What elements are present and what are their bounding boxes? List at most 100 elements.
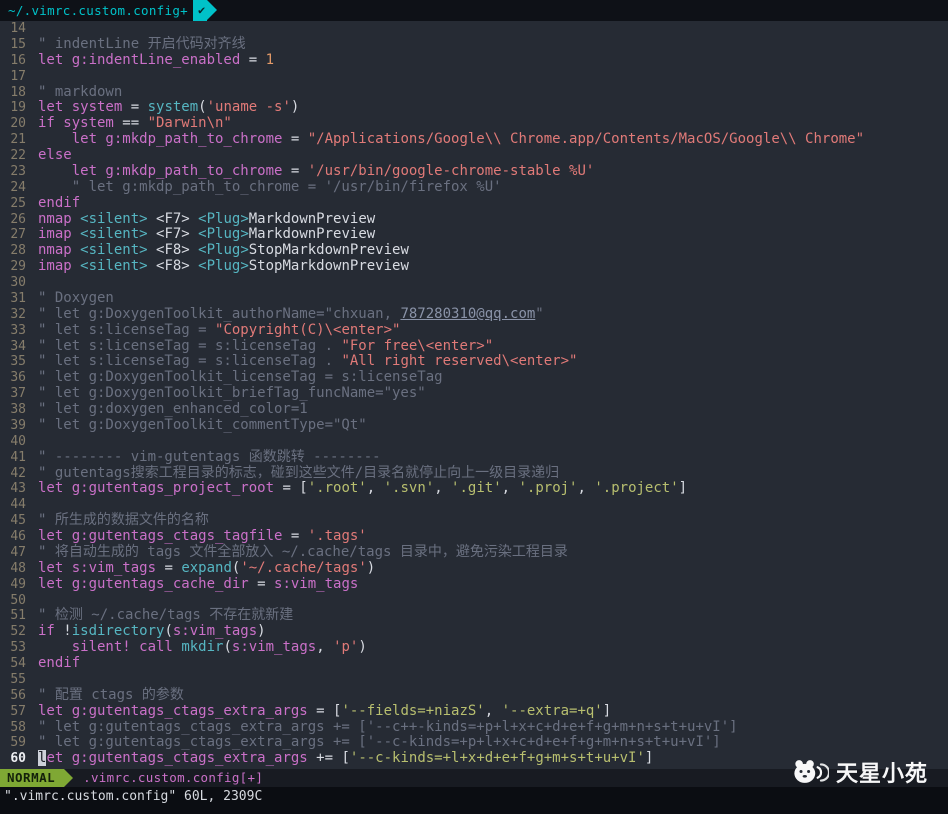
token-k: let system [38,99,123,116]
line-number: 40 [10,433,26,449]
code-line[interactable]: 43 let g:gutentags_project_root = ['.root… [0,480,948,497]
token-k: let g:gutentags_ctags_tagfile [38,528,283,544]
code-line[interactable]: 21 let g:mkdp_path_to_chrome = "/Applica… [0,131,948,148]
line-number: 42 [10,465,26,481]
code-line[interactable]: 20 if system == "Darwin\n" [0,115,948,132]
code-line[interactable]: 46 let g:gutentags_ctags_tagfile = '.tags… [0,528,948,545]
code-line[interactable]: 36 " let g:DoxygenToolkit_licenseTag = s:… [0,369,948,386]
code-line[interactable]: 33 " let s:licenseTag = "Copyright(C)\<en… [0,321,948,339]
line-number: 14 [10,21,26,36]
code-line[interactable]: 37 " let g:DoxygenToolkit_briefTag_funcNa… [0,385,948,402]
token-k: let s:vim_tags [38,559,157,576]
code-line[interactable]: 51 " 检测 ~/.cache/tags 不存在就新建 [0,607,948,624]
code-line[interactable]: 39 " let g:DoxygenToolkit_commentType="Qt… [0,416,948,434]
code-line[interactable]: 15 " indentLine 开启代码对齐线 [0,35,948,53]
code-line[interactable]: 19 let system = system('uname -s') [0,99,948,116]
panda-logo-icon [794,760,829,783]
code-line[interactable]: 45 " 所生成的数据文件的名称 [0,512,948,529]
token-w: ! [54,623,72,640]
line-number: 21 [10,132,26,148]
token-w [72,242,80,258]
token-f: mkdir [181,639,224,656]
token-k: let g:gutentags_ctags_extra_args [38,702,308,719]
code-line[interactable]: 52 if !isdirectory(s:vim_tags) [0,623,948,640]
vim-window: ~/.vimrc.custom.config+ ✔ 14 15 " indentLi… [0,0,948,814]
code-line[interactable]: 17 [0,69,948,85]
code-line[interactable]: 57 let g:gutentags_ctags_extra_args = ['-… [0,702,948,720]
code-line[interactable]: 58 " let g:gutentags_ctags_extra_args += … [0,719,948,736]
code-line[interactable]: 14 [0,21,948,37]
code-line[interactable]: 24 " let g:mkdp_path_to_chrome = '/usr/b… [0,178,948,196]
code-line[interactable]: 41 " -------- vim-gutentags 函数跳转 -------- [0,449,948,466]
code-line[interactable]: 59 " let g:gutentags_ctags_extra_args += … [0,734,948,751]
token-f: expand [181,559,232,576]
token-k: et g:gutentags_ctags_extra_args [46,750,308,767]
token-u: 787280310@qq.com [400,305,536,322]
line-content: let g:gutentags_cache_dir = s:vim_tags [38,576,358,593]
code-line[interactable]: 22 else [0,147,948,164]
code-line[interactable]: 27 imap <silent> <F7> <Plug>MarkdownPrevi… [0,226,948,243]
code-line[interactable]: 50 [0,593,948,609]
code-line[interactable]: 25 endif [0,195,948,212]
code-line[interactable]: 23 let g:mkdp_path_to_chrome = '/usr/bin… [0,163,948,180]
token-w: , [366,480,384,497]
code-line[interactable]: 56 " 配置 ctags 的参数 [0,687,948,704]
code-line[interactable]: 28 nmap <silent> <F8> <Plug>StopMarkdownP… [0,242,948,259]
token-g: '--extra=+q' [501,702,603,719]
token-c: " let g:DoxygenToolkit_commentType="Qt" [38,416,367,433]
token-s: "Copyright(C)\<enter>" [215,321,401,338]
line-number: 30 [10,275,26,290]
token-c: " indentLine 开启代码对齐线 [38,35,246,52]
line-content: let s:vim_tags = expand('~/.cache/tags') [38,559,376,577]
token-w: == [113,115,148,132]
code-line[interactable]: 42 " gutentags搜索工程目录的标志，碰到这些文件/目录名就停止向上一级… [0,465,948,482]
token-g: '.proj' [518,480,578,497]
mode-arrow-separator-icon [64,769,74,787]
code-line[interactable]: 48 let s:vim_tags = expand('~/.cache/tags… [0,559,948,577]
token-c: " let g:gutentags_ctags_extra_args += ['… [38,734,721,751]
code-line[interactable]: 47 " 将自动生成的 tags 文件全部放入 ~/.cache/tags 目录中… [0,544,948,561]
code-line[interactable]: 38 " let g:doxygen_enhanced_color=1 [0,401,948,418]
code-line[interactable]: 26 nmap <silent> <F7> <Plug>MarkdownPrevi… [0,211,948,228]
code-line[interactable]: 34 " let s:licenseTag = s:licenseTag . "F… [0,337,948,355]
token-w: ] [602,702,612,719]
token-w [38,639,72,655]
line-number: 23 [10,163,26,179]
line-number: 24 [10,179,26,195]
code-line[interactable]: 30 [0,275,948,291]
code-line[interactable]: 55 [0,672,948,688]
code-line[interactable]: 44 [0,497,948,513]
token-w: ) [366,559,376,576]
code-line[interactable]: 35 " let s:licenseTag = s:licenseTag . "A… [0,353,948,370]
tab-vimrc-custom-config[interactable]: ~/.vimrc.custom.config+ ✔ [0,0,218,21]
code-line[interactable]: 31 " Doxygen [0,290,948,307]
code-area[interactable]: 14 15 " indentLine 开启代码对齐线 16 let g:indentLi… [0,21,948,769]
code-line[interactable]: 16 let g:indentLine_enabled = 1 [0,52,948,69]
line-number: 16 [10,52,26,68]
token-k: if [38,623,55,640]
code-line[interactable]: 18 " markdown [0,84,948,101]
line-content: let g:gutentags_project_root = ['.root',… [38,480,687,497]
code-line[interactable]: 32 " let g:DoxygenToolkit_authorName="chx… [0,305,948,323]
line-number: 32 [10,306,26,322]
token-w: += [ [307,750,350,767]
line-number: 26 [10,211,26,227]
code-line[interactable]: 49 let g:gutentags_cache_dir = s:vim_tags [0,576,948,593]
token-k: if system [38,115,114,132]
command-line: ".vimrc.custom.config" 60L, 2309C [0,787,948,814]
code-line[interactable]: 54 endif [0,655,948,672]
token-k: let g:gutentags_project_root [38,480,275,497]
token-c: " let g:DoxygenToolkit_briefTag_funcName… [38,385,426,402]
line-content: let g:mkdp_path_to_chrome = "/Applicatio… [38,131,864,148]
code-line[interactable]: 53 silent! call mkdir(s:vim_tags, 'p') [0,639,948,656]
token-c: " let g:mkdp_path_to_chrome = '/usr/bin/… [38,178,502,195]
token-c: " let s:licenseTag = s:licenseTag . [38,337,342,354]
token-k: endif [38,655,81,671]
code-line[interactable]: 29 imap <silent> <F8> <Plug>StopMarkdownP… [0,258,948,275]
token-k: s:vim_tags [231,639,317,656]
token-w: = [ [274,480,308,497]
line-number: 15 [10,36,26,52]
token-k: nmap [38,242,72,259]
code-line[interactable]: 40 [0,434,948,450]
token-s: "Darwin\n" [147,115,232,132]
